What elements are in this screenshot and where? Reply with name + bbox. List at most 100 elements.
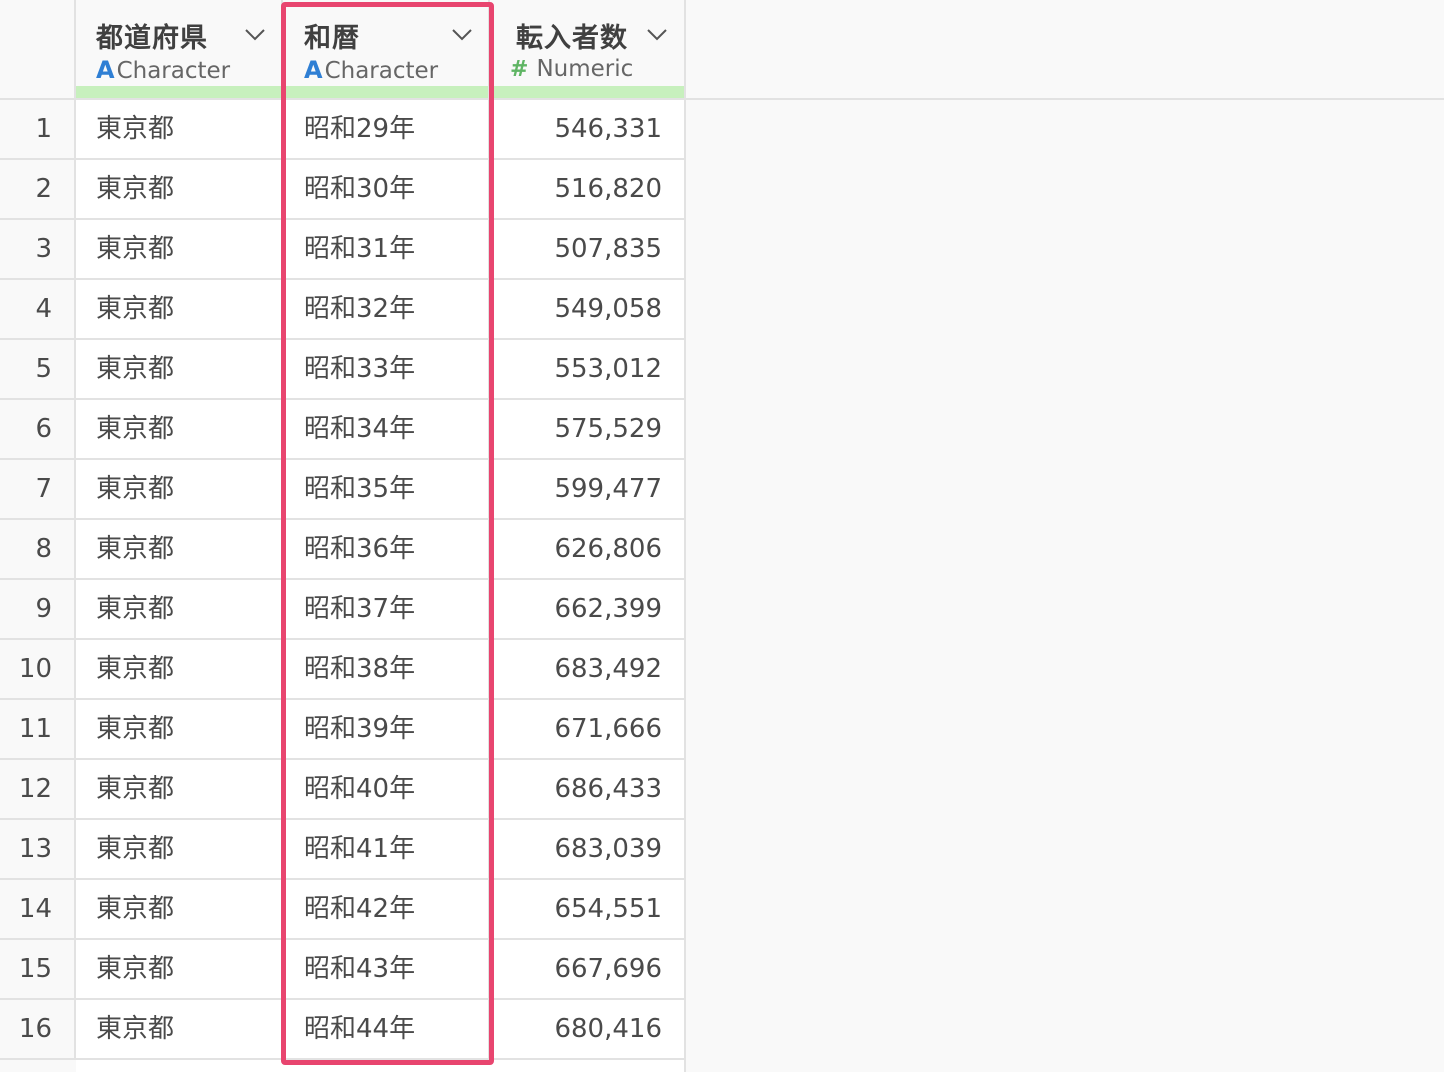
- prefecture-cell[interactable]: 東京都: [76, 640, 283, 700]
- inbound-count-cell[interactable]: 549,058: [490, 280, 686, 340]
- prefecture-cell[interactable]: 東京都: [76, 280, 283, 340]
- inbound-count-cell[interactable]: 553,012: [490, 340, 686, 400]
- chevron-down-icon[interactable]: [646, 26, 668, 42]
- prefecture-cell[interactable]: 東京都: [76, 940, 283, 1000]
- column-quality-bar: [283, 86, 488, 98]
- row-number-cell: 11: [0, 700, 76, 760]
- column-header-prefecture[interactable]: 都道府県 ACharacter: [76, 0, 283, 98]
- inbound-count-cell[interactable]: 683,039: [490, 820, 686, 880]
- japanese-era-cell[interactable]: 昭和31年: [283, 220, 490, 280]
- japanese-era-cell[interactable]: 昭和44年: [283, 1000, 490, 1060]
- chevron-down-icon[interactable]: [451, 26, 473, 42]
- table-row: 4 東京都 昭和32年 549,058: [0, 280, 686, 340]
- column-type: # Numeric: [510, 56, 633, 82]
- grid-header-row: 都道府県 ACharacter 和暦 ACharacter 転入者数 # Num…: [0, 0, 1444, 100]
- row-number-cell: 12: [0, 760, 76, 820]
- row-number-cell: 2: [0, 160, 76, 220]
- table-row: 6 東京都 昭和34年 575,529: [0, 400, 686, 460]
- japanese-era-cell[interactable]: 昭和35年: [283, 460, 490, 520]
- japanese-era-cell[interactable]: 昭和29年: [283, 100, 490, 160]
- table-row: 5 東京都 昭和33年 553,012: [0, 340, 686, 400]
- japanese-era-cell[interactable]: 昭和39年: [283, 700, 490, 760]
- row-number-cell: 1: [0, 100, 76, 160]
- row-number-cell: 9: [0, 580, 76, 640]
- japanese-era-cell[interactable]: 昭和36年: [283, 520, 490, 580]
- column-header-japanese-era[interactable]: 和暦 ACharacter: [283, 0, 490, 98]
- column-type: ACharacter: [304, 56, 438, 84]
- table-row: 14 東京都 昭和42年 654,551: [0, 880, 686, 940]
- prefecture-cell[interactable]: 東京都: [76, 160, 283, 220]
- inbound-count-cell[interactable]: 599,477: [490, 460, 686, 520]
- row-number-cell: 6: [0, 400, 76, 460]
- inbound-count-cell[interactable]: 546,331: [490, 100, 686, 160]
- prefecture-cell[interactable]: 東京都: [76, 580, 283, 640]
- table-row: 11 東京都 昭和39年 671,666: [0, 700, 686, 760]
- column-name: 転入者数: [516, 23, 628, 54]
- japanese-era-cell[interactable]: 昭和30年: [283, 160, 490, 220]
- table-row: 8 東京都 昭和36年 626,806: [0, 520, 686, 580]
- column-name: 都道府県: [96, 23, 208, 54]
- prefecture-cell[interactable]: 東京都: [76, 520, 283, 580]
- japanese-era-cell[interactable]: 昭和33年: [283, 340, 490, 400]
- inbound-count-cell[interactable]: 507,835: [490, 220, 686, 280]
- inbound-count-cell[interactable]: 575,529: [490, 400, 686, 460]
- japanese-era-cell[interactable]: 昭和43年: [283, 940, 490, 1000]
- column-type-label: Character: [116, 58, 231, 84]
- column-header-inbound-count[interactable]: 転入者数 # Numeric: [490, 0, 686, 98]
- row-number-header: [0, 0, 76, 98]
- column-quality-bar: [490, 86, 684, 98]
- row-number-cell: 4: [0, 280, 76, 340]
- table-row: 15 東京都 昭和43年 667,696: [0, 940, 686, 1000]
- prefecture-cell[interactable]: 東京都: [76, 1000, 283, 1060]
- table-row: 1 東京都 昭和29年 546,331: [0, 100, 686, 160]
- table-row: 9 東京都 昭和37年 662,399: [0, 580, 686, 640]
- japanese-era-cell[interactable]: 昭和38年: [283, 640, 490, 700]
- numeric-type-icon: #: [510, 57, 529, 82]
- data-grid: 都道府県 ACharacter 和暦 ACharacter 転入者数 # Num…: [0, 0, 1444, 1072]
- column-type-label: Character: [324, 58, 439, 84]
- row-number-cell: 16: [0, 1000, 76, 1060]
- japanese-era-cell[interactable]: 昭和32年: [283, 280, 490, 340]
- prefecture-cell[interactable]: 東京都: [76, 760, 283, 820]
- column-type-label: Numeric: [536, 56, 634, 82]
- prefecture-cell[interactable]: 東京都: [76, 880, 283, 940]
- row-number-cell: 14: [0, 880, 76, 940]
- prefecture-cell[interactable]: 東京都: [76, 700, 283, 760]
- inbound-count-cell[interactable]: 683,492: [490, 640, 686, 700]
- japanese-era-cell[interactable]: 昭和42年: [283, 880, 490, 940]
- table-row: 13 東京都 昭和41年 683,039: [0, 820, 686, 880]
- row-number-cell: 5: [0, 340, 76, 400]
- table-row: 16 東京都 昭和44年 680,416: [0, 1000, 686, 1060]
- prefecture-cell[interactable]: 東京都: [76, 220, 283, 280]
- prefecture-cell[interactable]: 東京都: [76, 100, 283, 160]
- japanese-era-cell[interactable]: 昭和40年: [283, 760, 490, 820]
- column-name: 和暦: [304, 23, 360, 54]
- table-row: 7 東京都 昭和35年 599,477: [0, 460, 686, 520]
- table-row: 12 東京都 昭和40年 686,433: [0, 760, 686, 820]
- prefecture-cell[interactable]: 東京都: [76, 340, 283, 400]
- japanese-era-cell[interactable]: 昭和34年: [283, 400, 490, 460]
- inbound-count-cell[interactable]: 686,433: [490, 760, 686, 820]
- prefecture-cell[interactable]: 東京都: [76, 400, 283, 460]
- grid-body: 1 東京都 昭和29年 546,331 2 東京都 昭和30年 516,820 3 東京都 昭和31…: [0, 100, 686, 1060]
- row-number-cell: 7: [0, 460, 76, 520]
- japanese-era-cell[interactable]: 昭和41年: [283, 820, 490, 880]
- inbound-count-cell[interactable]: 671,666: [490, 700, 686, 760]
- prefecture-cell[interactable]: 東京都: [76, 460, 283, 520]
- inbound-count-cell[interactable]: 516,820: [490, 160, 686, 220]
- table-row: 2 東京都 昭和30年 516,820: [0, 160, 686, 220]
- row-number-cell: 15: [0, 940, 76, 1000]
- row-number-cell: 10: [0, 640, 76, 700]
- inbound-count-cell[interactable]: 680,416: [490, 1000, 686, 1060]
- prefecture-cell[interactable]: 東京都: [76, 820, 283, 880]
- table-row: 3 東京都 昭和31年 507,835: [0, 220, 686, 280]
- japanese-era-cell[interactable]: 昭和37年: [283, 580, 490, 640]
- inbound-count-cell[interactable]: 667,696: [490, 940, 686, 1000]
- chevron-down-icon[interactable]: [244, 26, 266, 42]
- inbound-count-cell[interactable]: 626,806: [490, 520, 686, 580]
- row-number-cell: 3: [0, 220, 76, 280]
- inbound-count-cell[interactable]: 662,399: [490, 580, 686, 640]
- grid-partial-row: [76, 1060, 686, 1072]
- table-row: 10 東京都 昭和38年 683,492: [0, 640, 686, 700]
- inbound-count-cell[interactable]: 654,551: [490, 880, 686, 940]
